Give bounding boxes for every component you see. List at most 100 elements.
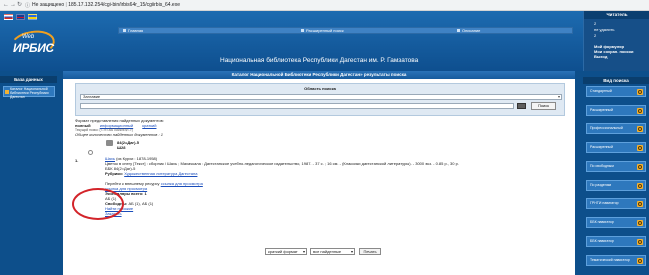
print-button[interactable]: Печать (359, 248, 381, 255)
search-button[interactable]: Поиск (531, 102, 556, 110)
search-input[interactable] (80, 103, 514, 109)
back-arrow-icon[interactable]: ← (3, 2, 9, 8)
magnifier-icon (637, 239, 643, 245)
search-type-thematic[interactable]: Тематический навигатор (586, 255, 646, 266)
database-item[interactable]: Каталог Национальной библиотеки Республи… (3, 86, 55, 99)
chevron-down-icon: ▾ (557, 94, 560, 99)
search-type-extended-2[interactable]: Расширенный (586, 142, 646, 153)
reader-line: 2 (594, 21, 597, 26)
address-bar[interactable]: Не защищено | 185.17.132.254/cgi-bin/irb… (32, 2, 180, 8)
search-type-label: По свободным (590, 164, 614, 168)
reader-title: Читатель (584, 11, 649, 19)
header-banner: Web ИРБИС Главная Расширенный поиск Опис… (0, 11, 649, 71)
reader-panel: Читатель 2 не удалить 2 Мой формуляр Мои… (583, 11, 649, 71)
search-type-label: ББК навигатор (590, 239, 614, 243)
flag-ru-icon[interactable] (4, 14, 13, 20)
search-type-professional[interactable]: Профессиональный (586, 123, 646, 134)
logo-web: Web (22, 34, 35, 40)
search-type-sections[interactable]: По разделам (586, 180, 646, 191)
reader-line[interactable]: не удалить (594, 27, 614, 32)
main-content: Каталог Национальной Библиотеки Республи… (63, 71, 575, 275)
magnifier-icon (637, 108, 643, 114)
search-type-label: По разделам (590, 183, 612, 187)
catalog-title: Каталог Национальной Библиотеки Республи… (63, 71, 575, 79)
browser-toolbar: ← → ↻ ⓘ Не защищено | 185.17.132.254/cgi… (0, 0, 649, 11)
search-type-label: Тематический навигатор (590, 258, 630, 262)
security-label: Не защищено (32, 2, 65, 8)
database-title: База данных (0, 76, 57, 83)
keyboard-icon[interactable] (517, 103, 526, 109)
database-icon (5, 90, 9, 94)
top-navigation: Главная Расширенный поиск Описание (118, 27, 573, 34)
search-type-extended[interactable]: Расширенный (586, 105, 646, 116)
magnifier-icon (637, 126, 643, 132)
magnifier-icon (637, 220, 643, 226)
magnifier-icon (637, 201, 643, 207)
magnifier-icon (637, 164, 643, 170)
right-sidebar: Вид поиска Стандартный Расширенный Профе… (583, 71, 649, 275)
book-icon (106, 140, 113, 146)
home-square-icon (123, 29, 126, 33)
nav-description[interactable]: Описание (457, 28, 480, 34)
search-type-free[interactable]: По свободным (586, 161, 646, 172)
url-text: 185.17.132.254/cgi-bin/irbis64r_15/cgiir… (68, 2, 180, 8)
logout-link[interactable]: Выход (594, 54, 607, 59)
scope-select[interactable]: все найденные ▾ (310, 248, 355, 255)
bottom-controls: краткий формат ▾ все найденные ▾ Печать (63, 244, 575, 258)
highlight-ellipse (72, 188, 124, 220)
left-sidebar: База данных Каталог Национальной библиот… (0, 71, 57, 275)
output-format-value: краткий формат (268, 249, 298, 254)
format-short[interactable]: краткий (142, 123, 156, 128)
magnifier-icon (637, 89, 643, 95)
database-item-label: Каталог Национальной библиотеки Республи… (10, 87, 49, 99)
nav-home-label: Главная (128, 28, 144, 33)
search-field-value: Заглавие (83, 94, 101, 99)
info-square-icon (457, 29, 460, 33)
search-panel: Область поиска Заглавие ▾ Поиск (75, 83, 565, 116)
search-field-select[interactable]: Заглавие ▾ (80, 94, 562, 100)
irbis-app: Web ИРБИС Главная Расширенный поиск Опис… (0, 11, 649, 275)
rubric-link[interactable]: Художественная литература Дагестана (124, 171, 197, 176)
rubrics-label: Рубрики: (105, 171, 124, 176)
magnifier-icon (637, 145, 643, 151)
chevron-down-icon: ▾ (302, 249, 305, 254)
chevron-down-icon: ▾ (350, 249, 353, 254)
search-type-label: ГРНТИ навигатор (590, 201, 619, 205)
scope-value: все найденные (313, 249, 342, 254)
nav-description-label: Описание (462, 28, 481, 33)
magnifier-icon (637, 258, 643, 264)
search-type-label: Профессиональный (590, 126, 623, 130)
author-sign: Ш28 (117, 145, 126, 150)
nav-advanced-search-label: Расширенный поиск (306, 28, 344, 33)
record-select-radio[interactable] (88, 150, 93, 155)
search-type-label: Расширенный (590, 145, 613, 149)
magnifier-icon (637, 183, 643, 189)
search-type-title: Вид поиска (583, 77, 649, 84)
search-type-label: Расширенный (590, 108, 613, 112)
output-format-select[interactable]: краткий формат ▾ (265, 248, 307, 255)
reader-line: 2 (594, 33, 597, 38)
reload-icon[interactable]: ↻ (17, 2, 23, 8)
search-area-title: Область поиска (304, 86, 336, 91)
search-type-label: Стандартный (590, 89, 612, 93)
total-found: Общее количество найденных документов : … (75, 132, 163, 137)
lock-warning-icon[interactable]: ⓘ (25, 2, 30, 9)
forward-arrow-icon[interactable]: → (10, 2, 16, 8)
search-square-icon (301, 29, 304, 33)
record-title: Цветок в снегу [Текст] : сборник / Шахь … (105, 161, 459, 166)
nav-advanced-search[interactable]: Расширенный поиск (301, 28, 344, 34)
search-type-grnti[interactable]: ГРНТИ навигатор (586, 198, 646, 209)
search-type-label: ББК навигатор (590, 220, 614, 224)
language-flags (4, 14, 39, 21)
record-rubrics: Рубрики: Художественная литература Дагес… (105, 171, 197, 176)
record-number: 1. (75, 158, 79, 163)
transfer-link[interactable]: ссылка для просмотра (161, 181, 203, 186)
logo-irbis: ИРБИС (13, 41, 54, 55)
flag-ua-icon[interactable] (28, 14, 38, 20)
nav-home[interactable]: Главная (123, 28, 143, 34)
search-type-standard[interactable]: Стандартный (586, 86, 646, 97)
search-type-bbk[interactable]: ББК навигатор (586, 217, 646, 228)
search-type-bbk-2[interactable]: ББК навигатор (586, 236, 646, 247)
flag-en-icon[interactable] (16, 14, 26, 20)
library-title: Национальная библиотека Республики Дагес… (220, 57, 419, 64)
